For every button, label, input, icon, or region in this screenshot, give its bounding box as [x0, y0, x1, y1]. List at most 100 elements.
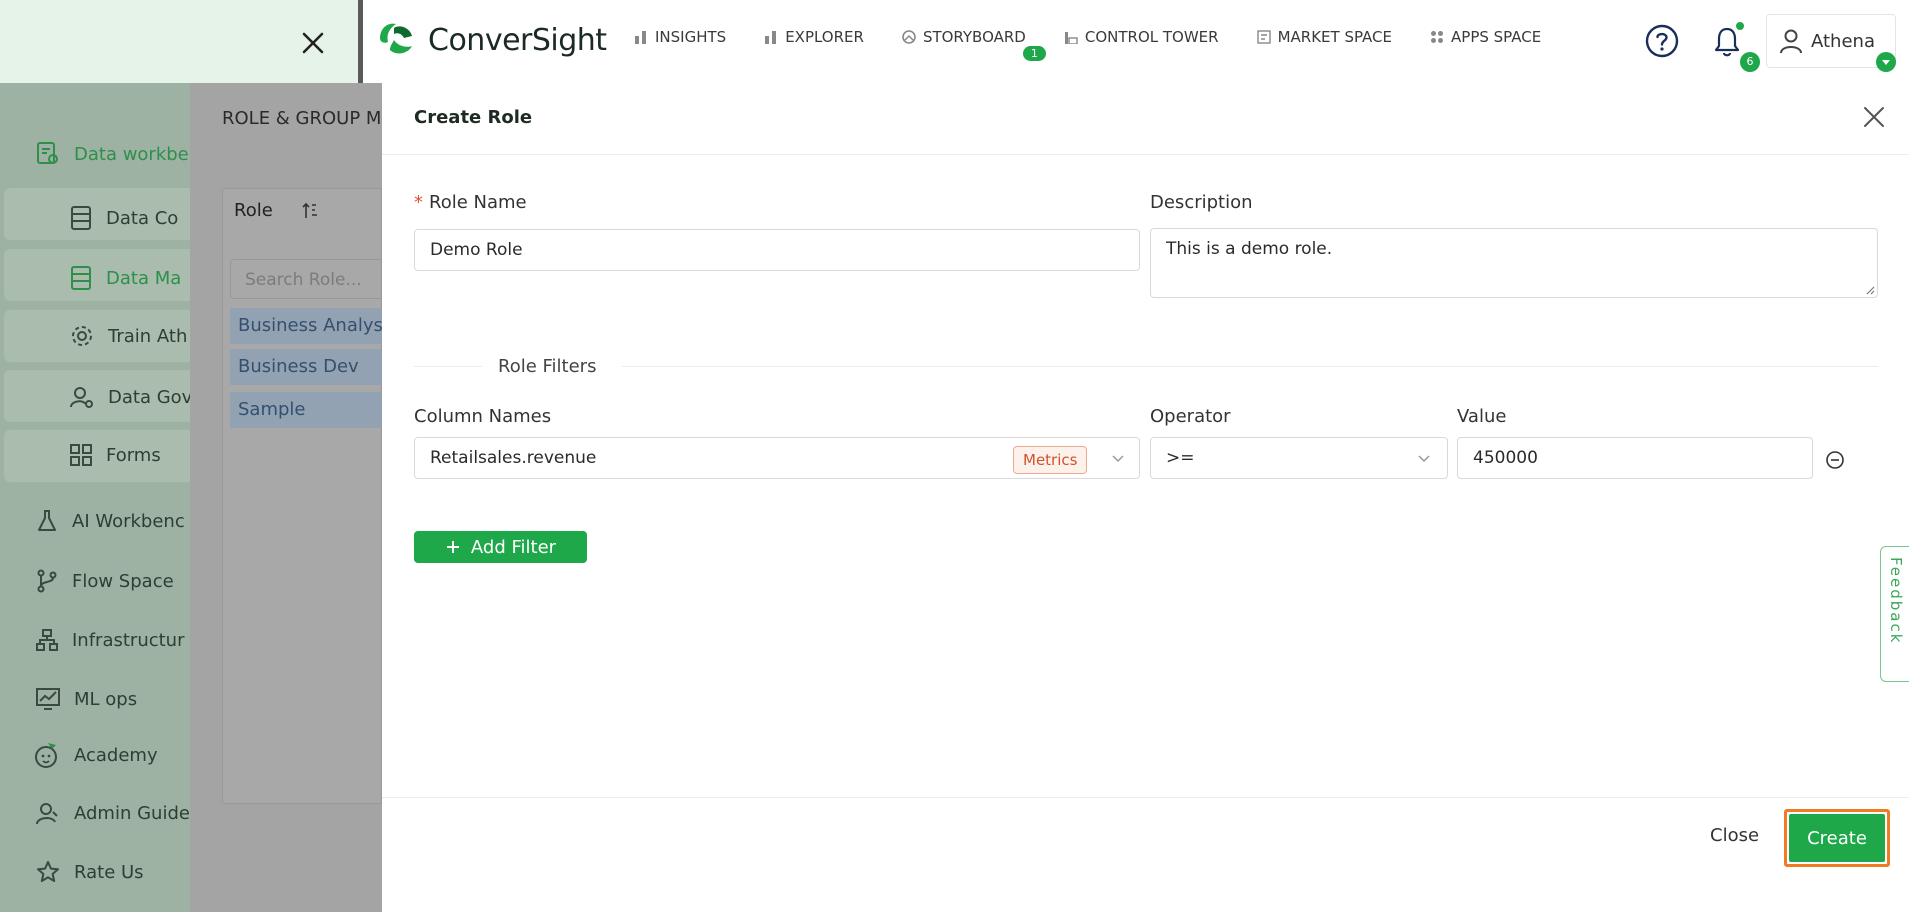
feedback-tab[interactable]: Feedback — [1880, 546, 1909, 682]
column-names-label: Column Names — [414, 406, 552, 427]
nav-label: MARKET SPACE — [1277, 28, 1393, 46]
column-name-select[interactable]: Retailsales.revenue Metrics — [414, 437, 1140, 479]
bell-icon[interactable] — [1713, 26, 1741, 58]
academy-icon — [35, 743, 57, 768]
role-list-item[interactable]: Sample — [230, 392, 382, 428]
apps-grid-icon — [1431, 31, 1444, 43]
divider — [358, 0, 363, 83]
branch-icon — [37, 569, 57, 593]
operator-value: >= — [1166, 448, 1195, 468]
sidebar-item-train-athena[interactable]: Train Ath — [70, 324, 187, 348]
resize-handle-icon[interactable] — [1865, 285, 1875, 295]
create-button[interactable]: Create — [1789, 814, 1885, 862]
sidebar-header — [0, 0, 360, 83]
help-icon[interactable] — [1645, 24, 1679, 58]
sidebar-item-infrastructure[interactable]: Infrastructur — [36, 629, 185, 651]
sidebar-item-label: Data workbe — [74, 143, 189, 165]
role-column-header: Role — [234, 200, 273, 221]
chevron-down-icon[interactable] — [1876, 52, 1896, 72]
nav-control-tower[interactable]: CONTROL TOWER — [1064, 28, 1219, 46]
role-name-label: * Role Name — [414, 192, 527, 213]
database-icon — [71, 206, 91, 230]
description-textarea[interactable]: This is a demo role. — [1150, 228, 1878, 298]
operator-select[interactable]: >= — [1150, 437, 1448, 479]
chevron-down-icon — [1112, 455, 1124, 463]
storyboard-badge: 1 — [1022, 46, 1046, 61]
nav-market-space[interactable]: MARKET SPACE — [1256, 28, 1393, 46]
nav-insights[interactable]: INSIGHTS — [634, 28, 726, 46]
close-icon[interactable] — [300, 30, 326, 56]
bar-chart-icon — [635, 31, 646, 44]
nav-label: CONTROL TOWER — [1084, 28, 1219, 46]
sidebar-item-admin-guide[interactable]: Admin Guide — [36, 801, 190, 825]
sidebar-item-ai-workbench[interactable]: AI Workbenc — [36, 509, 185, 533]
main-nav: INSIGHTS EXPLORER STORYBOARD 1 CONTROL T… — [634, 28, 1579, 61]
sidebar-item-flow-space[interactable]: Flow Space — [36, 569, 174, 593]
chevron-down-icon — [1418, 455, 1430, 463]
sort-icon[interactable] — [302, 202, 318, 220]
user-gear-icon — [70, 387, 93, 408]
required-asterisk: * — [414, 192, 423, 213]
add-filter-label: Add Filter — [470, 536, 557, 558]
feedback-label: Feedback — [1887, 557, 1905, 645]
grid-icon — [70, 444, 92, 466]
data-workbench-icon — [37, 142, 58, 164]
user-name: Athena — [1811, 30, 1875, 52]
nav-label: EXPLORER — [785, 28, 864, 46]
sidebar-item-academy[interactable]: Academy — [34, 741, 158, 769]
value-label: Value — [1457, 406, 1507, 427]
section-divider — [622, 366, 1878, 367]
add-filter-button[interactable]: Add Filter — [414, 531, 587, 563]
nav-label: APPS SPACE — [1451, 28, 1542, 46]
sidebar-item-ml-ops[interactable]: ML ops — [36, 688, 137, 710]
gear-icon — [72, 326, 92, 346]
nav-explorer[interactable]: EXPLORER — [764, 28, 864, 46]
conversight-logo-icon — [380, 23, 412, 54]
description-text: This is a demo role. — [1166, 239, 1333, 259]
sidebar-item-data-workbench[interactable]: Data workbe — [36, 141, 189, 167]
admin-icon — [36, 803, 58, 825]
role-list-item[interactable]: Business Analys — [230, 308, 382, 344]
user-icon — [1780, 29, 1802, 54]
sidebar-item-data-connections[interactable]: Data Co — [70, 205, 178, 231]
sidebar-item-label: Data Co — [106, 207, 179, 229]
filter-value-input[interactable]: 450000 — [1457, 437, 1813, 479]
sidebar-item-forms[interactable]: Forms — [70, 444, 161, 466]
close-button[interactable]: Close — [1710, 825, 1759, 846]
market-space-icon — [1256, 30, 1271, 44]
nav-apps-space[interactable]: APPS SPACE — [1430, 28, 1541, 46]
role-group-title: ROLE & GROUP M — [222, 108, 382, 129]
role-search-input[interactable]: Search Role... — [230, 259, 382, 299]
top-navigation-bar: ConverSight INSIGHTS EXPLORER STORYBOARD… — [0, 0, 1909, 83]
star-icon — [37, 861, 59, 882]
bar-chart-icon — [765, 31, 777, 44]
drawer-title: Create Role — [414, 107, 533, 128]
metrics-tag: Metrics — [1013, 446, 1088, 474]
sidebar-item-data-management[interactable]: Data Ma — [70, 265, 181, 291]
role-filters-title: Role Filters — [498, 356, 597, 377]
nav-label: STORYBOARD — [922, 28, 1026, 46]
role-list-item[interactable]: Business Dev — [230, 349, 382, 385]
brand-logo[interactable]: ConverSight — [376, 20, 607, 60]
chart-line-icon — [36, 688, 60, 710]
sidebar-item-rate-us[interactable]: Rate Us — [36, 860, 144, 884]
role-name-input[interactable]: Demo Role — [414, 229, 1140, 271]
control-tower-icon — [1064, 32, 1078, 44]
notification-dot — [1736, 22, 1744, 30]
description-label: Description — [1150, 192, 1253, 213]
sidebar-item-data-governance[interactable]: Data Gov — [70, 385, 192, 409]
sidebar-item-label: Forms — [106, 444, 161, 466]
remove-filter-icon[interactable] — [1825, 450, 1845, 470]
sidebar-item-label: Admin Guide — [74, 802, 190, 824]
sidebar-item-label: Rate Us — [74, 861, 144, 883]
section-divider — [414, 366, 482, 367]
nav-storyboard[interactable]: STORYBOARD 1 — [902, 28, 1046, 61]
sidebar-item-label: Data Gov — [108, 386, 193, 408]
footer-divider — [382, 797, 1909, 798]
sidebar-item-label: ML ops — [74, 688, 138, 710]
close-icon[interactable] — [1862, 105, 1886, 129]
sidebar-item-label: Academy — [74, 744, 158, 766]
sidebar-item-label: Flow Space — [72, 570, 174, 592]
create-role-drawer: Create Role * Role Name Demo Role Descrip… — [382, 83, 1909, 912]
nav-label: INSIGHTS — [655, 28, 727, 46]
